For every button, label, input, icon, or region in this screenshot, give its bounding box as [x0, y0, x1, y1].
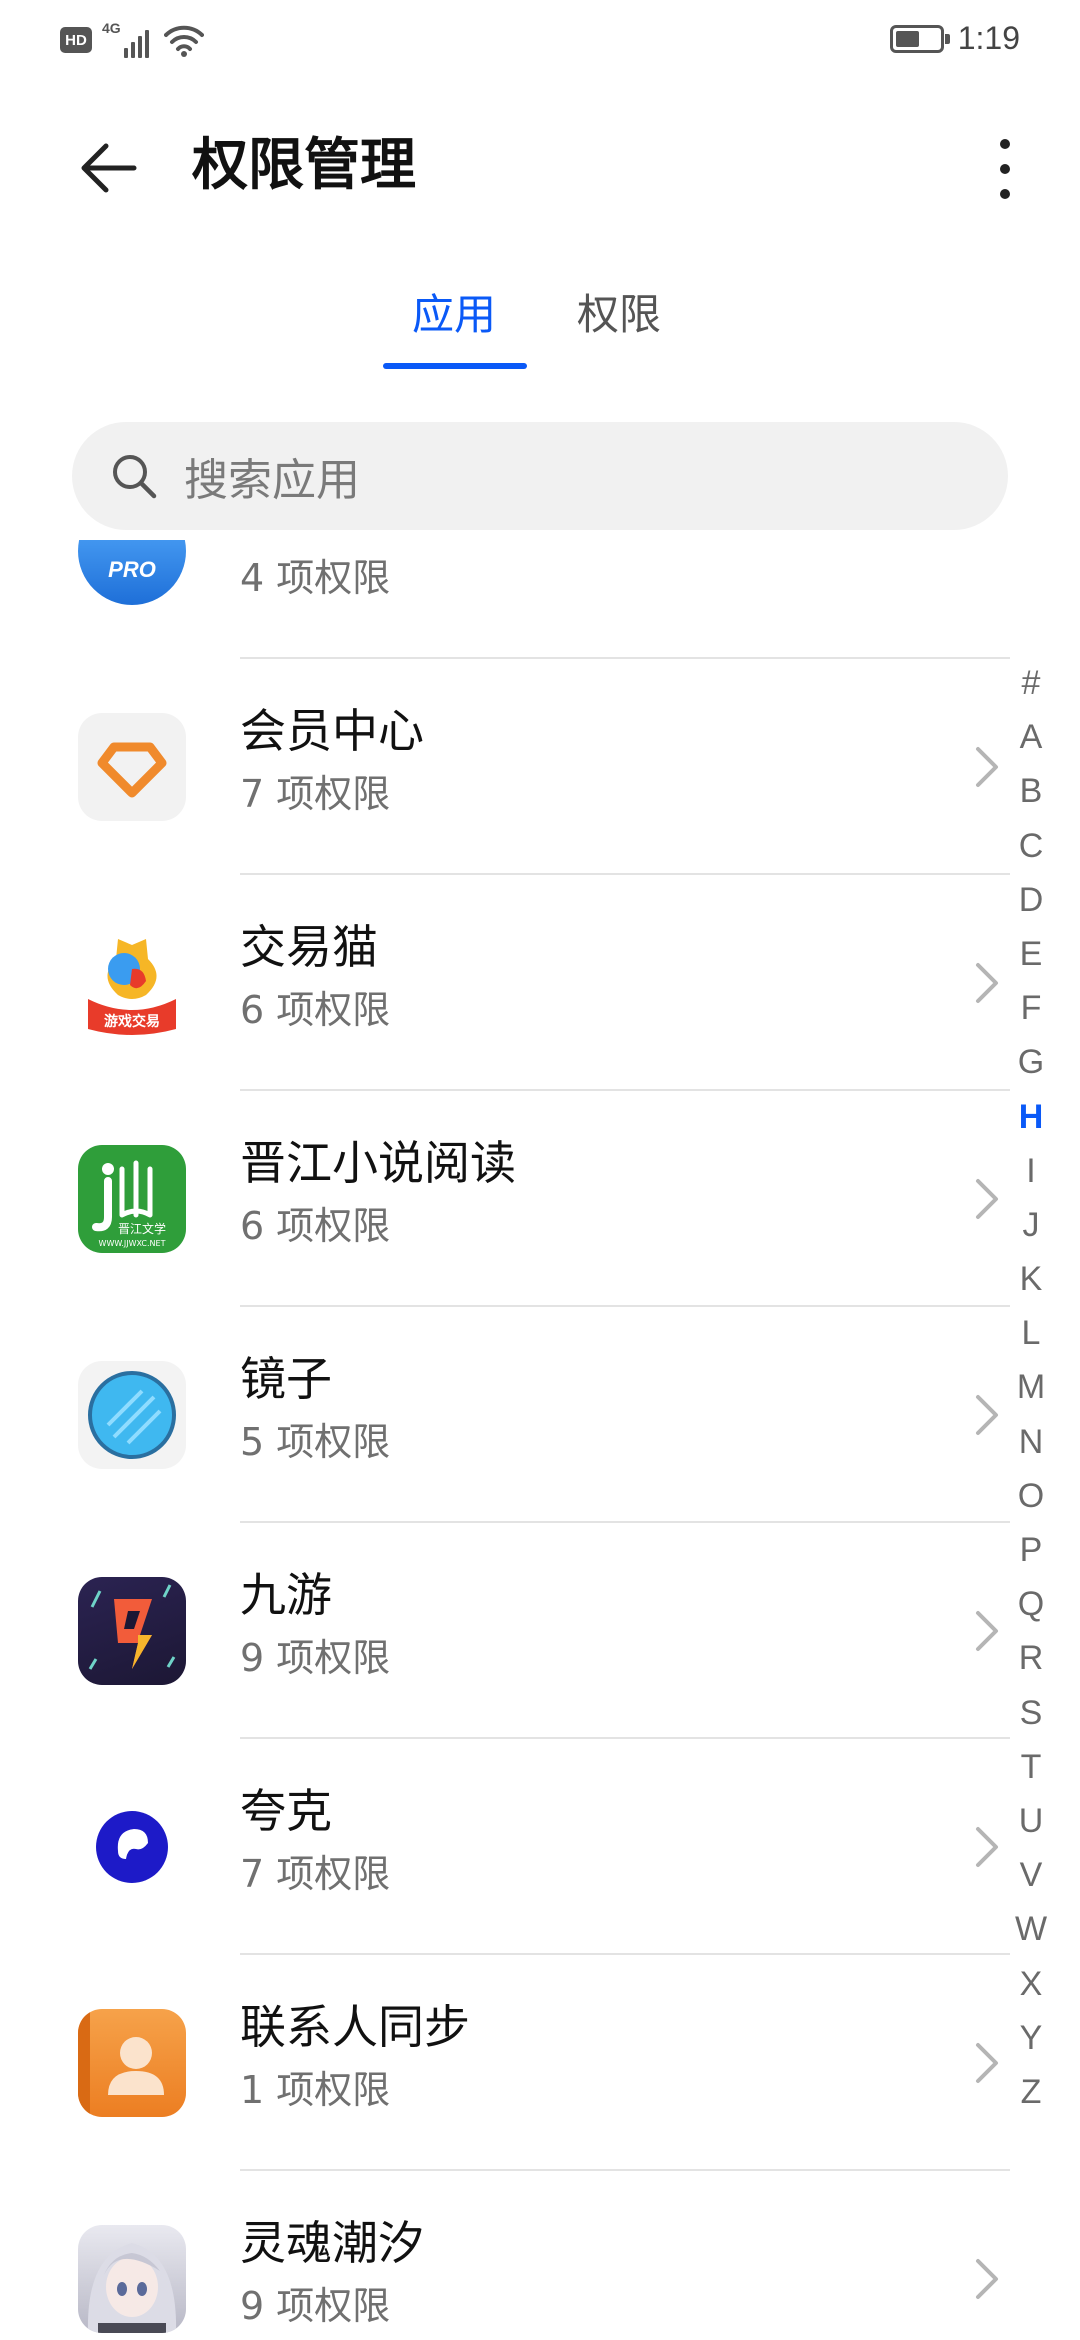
back-button[interactable]: [68, 128, 148, 208]
tab-permissions[interactable]: 权限: [577, 285, 661, 345]
index-letter-t[interactable]: T: [996, 1740, 1066, 1794]
jiaoyimao-caption: 游戏交易: [104, 1014, 160, 1030]
contact-sync-icon: [78, 2009, 186, 2117]
diamond-icon: [78, 713, 186, 821]
wifi-icon: [164, 23, 204, 57]
index-letter-o[interactable]: O: [996, 1469, 1066, 1523]
search-input[interactable]: 搜索应用: [72, 422, 1008, 530]
tab-bar: 应用 权限: [0, 285, 1080, 375]
app-bar: 权限管理: [0, 110, 1080, 220]
jinjiang-icon: 晋江文学 WWW.JJWXC.NET: [78, 1145, 186, 1253]
status-right: 1:19: [889, 20, 1020, 57]
index-letter-m[interactable]: M: [996, 1360, 1066, 1414]
app-name: 镜子: [240, 1352, 332, 1406]
app-name: 会员中心: [240, 704, 424, 758]
app-row[interactable]: 灵魂潮汐 9 项权限: [0, 2171, 1010, 2340]
app-permission-count: 7 项权限: [240, 772, 391, 816]
index-letter-q[interactable]: Q: [996, 1577, 1066, 1631]
app-list-viewport: PRO 4 项权限 会员中心 7 项权限 游戏交易 交易猫 6 项权限 晋江文学…: [0, 540, 1010, 2340]
app-permission-count: 9 项权限: [240, 2284, 391, 2328]
index-letter-z[interactable]: Z: [996, 2065, 1066, 2119]
app-name: 夸克: [240, 1784, 332, 1838]
app-name: 晋江小说阅读: [240, 1136, 516, 1190]
hd-badge: HD: [60, 27, 92, 53]
index-letter-v[interactable]: V: [996, 1848, 1066, 1902]
status-left: HD 4G: [60, 20, 204, 58]
back-arrow-icon: [81, 143, 137, 193]
index-letter-k[interactable]: K: [996, 1252, 1066, 1306]
more-dot-icon: [1000, 189, 1010, 199]
index-letter-u[interactable]: U: [996, 1794, 1066, 1848]
mirror-icon: [78, 1361, 186, 1469]
page-title: 权限管理: [192, 133, 416, 198]
app-row[interactable]: 游戏交易 交易猫 6 项权限: [0, 875, 1010, 1091]
app-name: 九游: [240, 1568, 332, 1622]
tab-indicator: [383, 363, 527, 369]
index-letter-g[interactable]: G: [996, 1035, 1066, 1089]
index-letter-b[interactable]: B: [996, 764, 1066, 818]
jiuyou-icon: [78, 1577, 186, 1685]
app-permission-count: 6 项权限: [240, 988, 391, 1032]
index-letter-x[interactable]: X: [996, 1957, 1066, 2011]
search-icon: [113, 455, 157, 499]
index-letter-e[interactable]: E: [996, 927, 1066, 981]
network-type-label: 4G: [102, 20, 121, 36]
app-name: 交易猫: [240, 920, 378, 974]
app-list: PRO 4 项权限 会员中心 7 项权限 游戏交易 交易猫 6 项权限 晋江文学…: [0, 540, 1010, 2340]
app-permission-count: 6 项权限: [240, 1204, 391, 1248]
alphabet-index-bar[interactable]: # A B C D E F G H I J K L M N O P Q R S T U V W X Y Z: [996, 656, 1066, 2119]
index-letter-i[interactable]: I: [996, 1144, 1066, 1198]
cellular-signal-icon: 4G: [102, 20, 154, 58]
app-row[interactable]: 九游 9 项权限: [0, 1523, 1010, 1739]
app-row[interactable]: 夸克 7 项权限: [0, 1739, 1010, 1955]
battery-level: [895, 30, 919, 47]
pro-badge: PRO: [108, 557, 156, 582]
clock: 1:19: [957, 20, 1020, 56]
app-permission-count: 1 项权限: [240, 2068, 391, 2112]
app-row[interactable]: 镜子 5 项权限: [0, 1307, 1010, 1523]
index-letter-s[interactable]: S: [996, 1686, 1066, 1740]
app-name: 灵魂潮汐: [240, 2216, 424, 2270]
index-letter-d[interactable]: D: [996, 873, 1066, 927]
jinjiang-url: WWW.JJWXC.NET: [98, 1239, 166, 1248]
chevron-right-icon: [976, 2259, 998, 2299]
index-letter-j[interactable]: J: [996, 1198, 1066, 1252]
battery-icon: [889, 24, 950, 53]
index-letter-f[interactable]: F: [996, 981, 1066, 1035]
app-row[interactable]: PRO 4 项权限: [0, 540, 1010, 659]
app-permission-count: 7 项权限: [240, 1852, 391, 1896]
index-letter-y[interactable]: Y: [996, 2011, 1066, 2065]
app-permission-count: 4 项权限: [240, 556, 391, 600]
app-row[interactable]: 晋江文学 WWW.JJWXC.NET 晋江小说阅读 6 项权限: [0, 1091, 1010, 1307]
index-letter-w[interactable]: W: [996, 1902, 1066, 1956]
index-letter-l[interactable]: L: [996, 1306, 1066, 1360]
tab-apps[interactable]: 应用: [412, 285, 496, 345]
search-placeholder: 搜索应用: [184, 455, 360, 506]
pro-app-icon: PRO: [78, 540, 186, 605]
jinjiang-caption: 晋江文学: [118, 1222, 167, 1236]
more-dot-icon: [1000, 164, 1010, 174]
index-letter-a[interactable]: A: [996, 710, 1066, 764]
index-letter-hash[interactable]: #: [996, 656, 1066, 710]
index-letter-h[interactable]: H: [996, 1090, 1066, 1144]
app-row[interactable]: 联系人同步 1 项权限: [0, 1955, 1010, 2171]
anime-avatar-icon: [78, 2225, 186, 2333]
index-letter-n[interactable]: N: [996, 1415, 1066, 1469]
app-row[interactable]: 会员中心 7 项权限: [0, 659, 1010, 875]
index-letter-p[interactable]: P: [996, 1523, 1066, 1577]
app-permission-count: 9 项权限: [240, 1636, 391, 1680]
jiaoyimao-icon: 游戏交易: [78, 929, 186, 1037]
app-name: 联系人同步: [240, 2000, 470, 2054]
index-letter-c[interactable]: C: [996, 819, 1066, 873]
more-dot-icon: [1000, 139, 1010, 149]
status-bar: HD 4G 1:19: [0, 0, 1080, 80]
more-options-button[interactable]: [970, 124, 1040, 214]
quark-icon: [78, 1793, 186, 1901]
index-letter-r[interactable]: R: [996, 1631, 1066, 1685]
app-permission-count: 5 项权限: [240, 1420, 391, 1464]
